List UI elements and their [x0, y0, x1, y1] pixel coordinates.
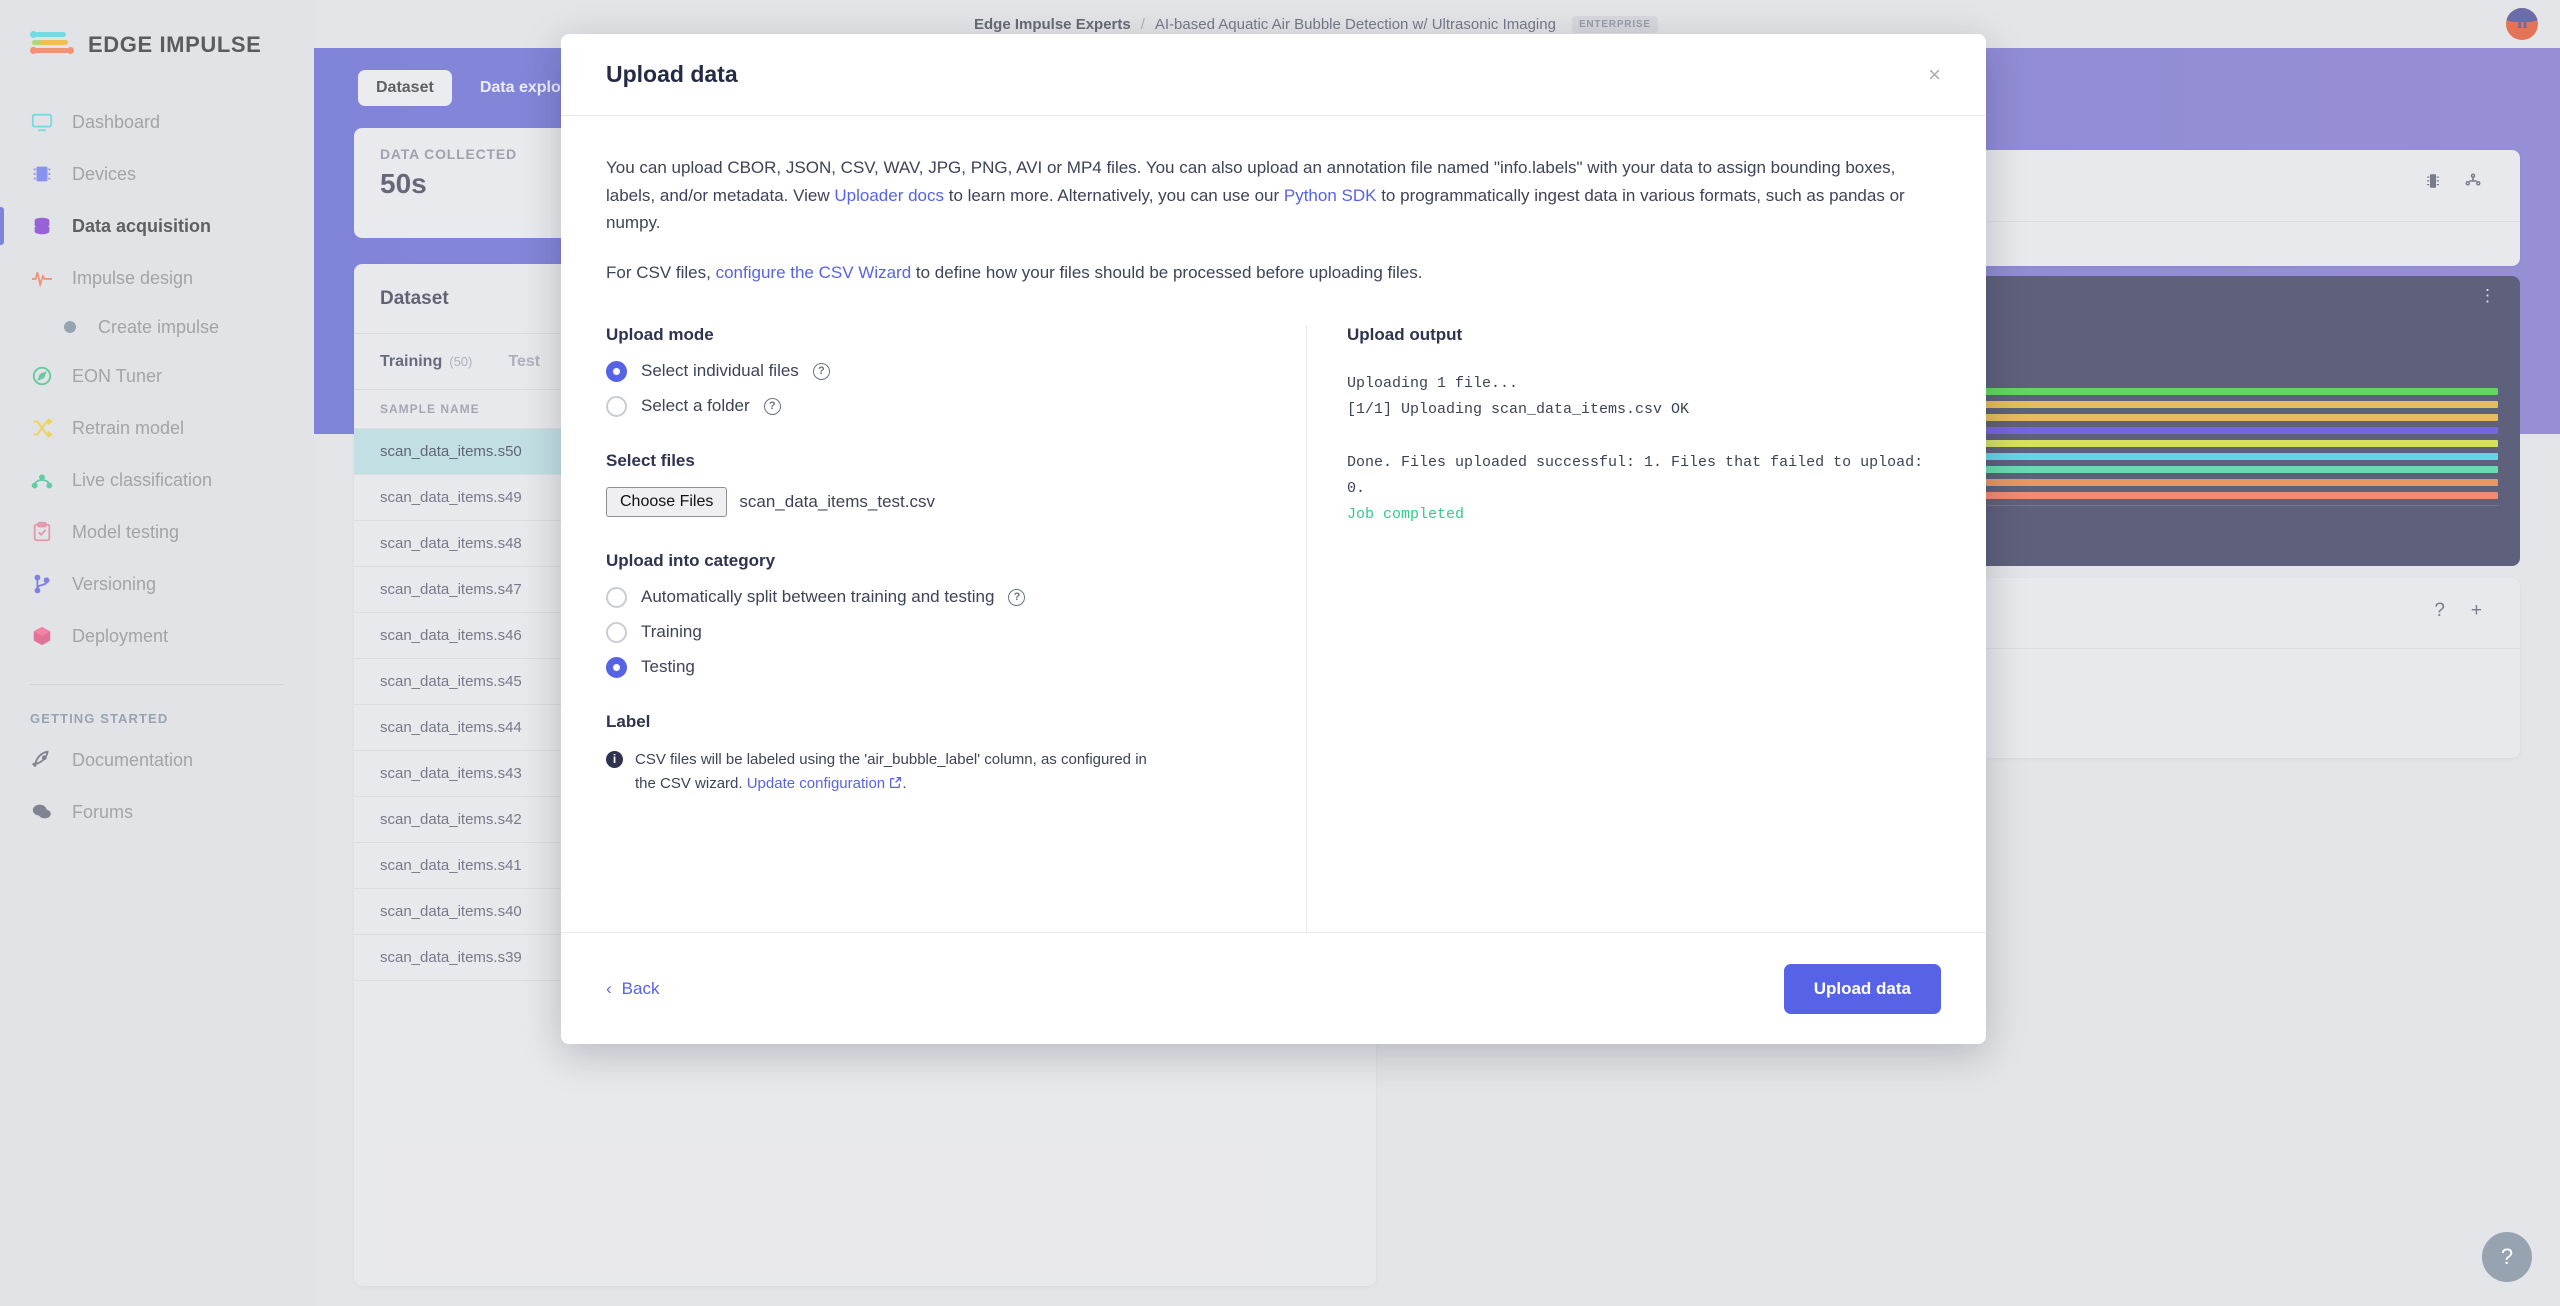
output-lines: Uploading 1 file... [1/1] Uploading scan… [1347, 374, 1924, 497]
radio-label: Automatically split between training and… [641, 587, 995, 607]
upload-output-log: Uploading 1 file... [1/1] Uploading scan… [1347, 371, 1941, 529]
upload-category-heading: Upload into category [606, 550, 776, 570]
intro-text-b: to learn more. Alternatively, you can us… [944, 185, 1284, 205]
upload-output-heading: Upload output [1347, 324, 1463, 344]
radio-label: Select a folder [641, 396, 750, 416]
file-input-row: Choose Files scan_data_items_test.csv [606, 486, 1270, 517]
external-link-icon [885, 775, 902, 792]
radio-auto-split[interactable]: Automatically split between training and… [606, 586, 1270, 608]
label-info-box: i CSV files will be labeled using the 'a… [606, 748, 1166, 796]
radio-indicator [606, 360, 627, 382]
radio-select-individual-files[interactable]: Select individual files ? [606, 360, 1270, 382]
radio-indicator [606, 395, 627, 417]
intro-csv-text-a: For CSV files, [606, 263, 716, 283]
chevron-left-icon: ‹ [606, 978, 612, 998]
modal-footer: ‹ Back Upload data [561, 932, 1986, 1044]
radio-label: Testing [641, 657, 695, 677]
update-configuration-link[interactable]: Update configuration [747, 775, 885, 792]
radio-label: Select individual files [641, 361, 799, 381]
radio-label: Training [641, 622, 702, 642]
modal-header: Upload data × [561, 34, 1986, 116]
select-files-heading: Select files [606, 450, 695, 470]
help-circle-icon[interactable]: ? [1008, 588, 1026, 606]
modal-left-column: Upload mode Select individual files ? Se… [606, 325, 1306, 932]
radio-training[interactable]: Training [606, 621, 1270, 643]
radio-indicator [606, 586, 627, 608]
help-circle-icon[interactable]: ? [763, 397, 781, 415]
output-status: Job completed [1347, 506, 1465, 524]
radio-indicator [606, 656, 627, 678]
info-icon: i [606, 750, 623, 768]
csv-wizard-link[interactable]: configure the CSV Wizard [716, 263, 912, 282]
upload-mode-heading: Upload mode [606, 324, 714, 344]
modal-body: You can upload CBOR, JSON, CSV, WAV, JPG… [561, 116, 1986, 932]
label-info-b: . [902, 774, 907, 792]
modal-columns: Upload mode Select individual files ? Se… [606, 324, 1941, 932]
modal-title: Upload data [606, 61, 738, 87]
upload-data-button[interactable]: Upload data [1783, 963, 1941, 1014]
back-label: Back [621, 978, 660, 998]
intro-paragraph-1: You can upload CBOR, JSON, CSV, WAV, JPG… [606, 154, 1941, 237]
radio-testing[interactable]: Testing [606, 656, 1270, 678]
help-circle-icon[interactable]: ? [812, 362, 830, 380]
close-icon[interactable]: × [1928, 62, 1941, 88]
back-button[interactable]: ‹ Back [606, 979, 659, 999]
uploader-docs-link[interactable]: Uploader docs [834, 186, 944, 205]
radio-select-a-folder[interactable]: Select a folder ? [606, 395, 1270, 417]
intro-csv-text-b: to define how your files should be proce… [911, 263, 1423, 283]
python-sdk-link[interactable]: Python SDK [1284, 186, 1377, 205]
modal-intro: You can upload CBOR, JSON, CSV, WAV, JPG… [606, 154, 1941, 287]
radio-indicator [606, 621, 627, 643]
label-info-text: CSV files will be labeled using the 'air… [635, 748, 1166, 796]
intro-paragraph-2: For CSV files, configure the CSV Wizard … [606, 259, 1941, 287]
selected-filename: scan_data_items_test.csv [739, 491, 935, 511]
upload-data-modal: Upload data × You can upload CBOR, JSON,… [561, 34, 1986, 1044]
label-heading: Label [606, 711, 651, 731]
modal-right-column: Upload output Uploading 1 file... [1/1] … [1306, 324, 1941, 932]
choose-files-button[interactable]: Choose Files [606, 486, 728, 517]
